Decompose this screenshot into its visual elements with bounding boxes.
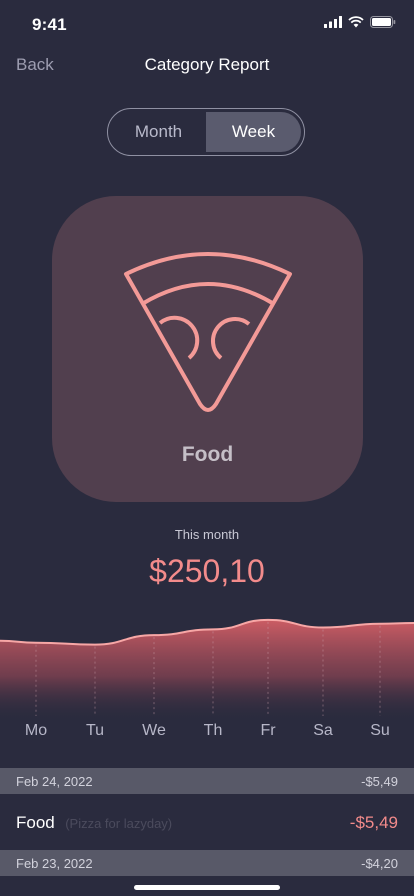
navigation-bar: Back Category Report [0, 48, 414, 82]
wifi-icon [348, 16, 364, 28]
transaction-row[interactable]: Food (Pizza for lazyday) -$5,49 [0, 796, 414, 850]
day-label-fr: Fr [260, 722, 276, 739]
toggle-month[interactable]: Month [111, 112, 206, 152]
day-label-su: Su [370, 722, 390, 739]
date-label: Feb 23, 2022 [16, 855, 93, 871]
status-time: 9:41 [32, 15, 67, 34]
period-toggle: Month Week [107, 108, 305, 156]
transaction-info: Food (Pizza for lazyday) [16, 813, 172, 833]
total-amount: $250,10 [149, 553, 265, 589]
date-header: Feb 23, 2022 -$4,20 [0, 850, 414, 876]
status-bar: 9:41 [0, 0, 414, 44]
day-label-we: We [142, 722, 166, 739]
status-icons [324, 16, 396, 28]
transaction-category: Food [16, 813, 55, 832]
page-title: Category Report [144, 55, 270, 74]
category-name: Food [181, 443, 234, 466]
date-label: Feb 24, 2022 [16, 773, 93, 789]
transaction-note: (Pizza for lazyday) [65, 816, 173, 831]
battery-icon [370, 16, 396, 28]
chart-area [0, 619, 414, 722]
day-label-th: Th [203, 722, 223, 739]
weekly-spending-chart [0, 618, 414, 722]
day-label-sa: Sa [313, 722, 333, 739]
period-label: This month [174, 527, 240, 542]
chart-day-labels: Mo Tu We Th Fr Sa Su [0, 722, 414, 744]
day-label-tu: Tu [85, 722, 105, 739]
day-label-mo: Mo [24, 722, 48, 739]
home-indicator [134, 885, 280, 890]
pizza-icon [124, 252, 292, 412]
date-total: -$4,20 [361, 855, 398, 871]
date-header: Feb 24, 2022 -$5,49 [0, 768, 414, 794]
cellular-signal-icon [324, 16, 342, 28]
category-card: Food [52, 196, 363, 502]
toggle-week[interactable]: Week [206, 112, 301, 152]
transaction-amount: -$5,49 [349, 813, 398, 832]
date-total: -$5,49 [361, 773, 398, 789]
